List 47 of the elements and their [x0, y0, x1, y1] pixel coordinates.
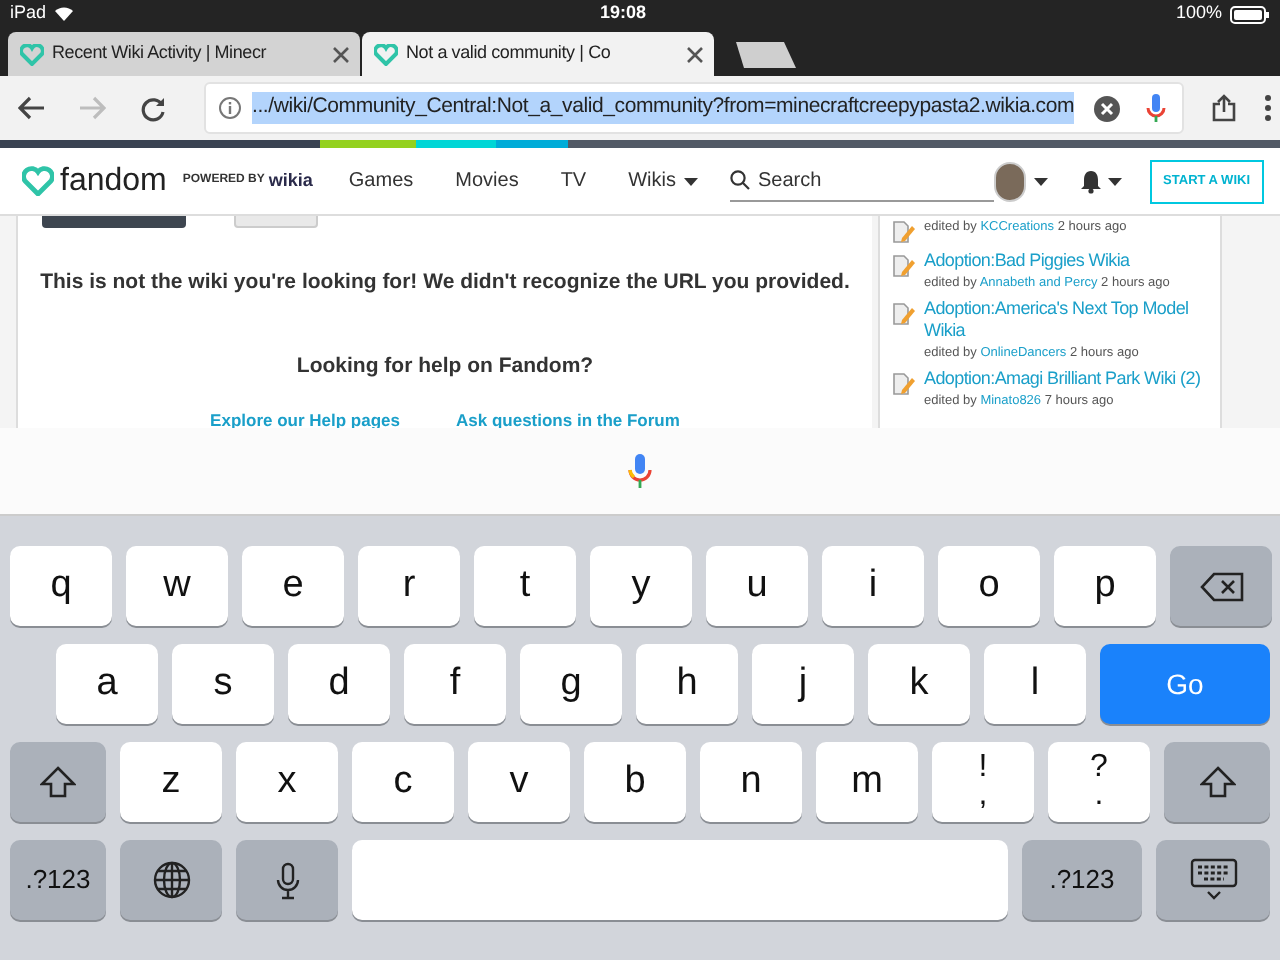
- nav-link[interactable]: Wikis: [628, 166, 698, 196]
- letter-key[interactable]: q: [10, 546, 112, 626]
- fandom-logo-text[interactable]: fandom: [60, 157, 167, 205]
- browser-tab[interactable]: Recent Wiki Activity | Minecr: [8, 32, 360, 76]
- letter-key[interactable]: p: [1054, 546, 1156, 626]
- numbers-key[interactable]: .?123: [1022, 840, 1142, 920]
- letter-key[interactable]: h: [636, 644, 738, 724]
- letter-key[interactable]: j: [752, 644, 854, 724]
- numbers-key[interactable]: .?123: [10, 840, 106, 920]
- nav-link[interactable]: TV: [560, 166, 587, 196]
- letter-key[interactable]: t: [474, 546, 576, 626]
- battery-percent: 100%: [1175, 0, 1222, 27]
- letter-key[interactable]: m: [816, 742, 918, 822]
- letter-key[interactable]: a: [56, 644, 158, 724]
- letter-key[interactable]: k: [868, 644, 970, 724]
- help-heading: Looking for help on Fandom?: [296, 351, 594, 382]
- letter-key[interactable]: x: [236, 742, 338, 822]
- error-message: This is not the wiki you're looking for! We didn't recognize the URL you provided.: [40, 268, 850, 298]
- wikia-brand: wikia: [268, 167, 313, 194]
- letter-key[interactable]: d: [288, 644, 390, 724]
- letter-key[interactable]: w: [126, 546, 228, 626]
- address-bar[interactable]: .../wiki/Community_Central:Not_a_valid_community?from=minecraftcreepypasta2.wikia.com: [204, 82, 1185, 134]
- letter-key[interactable]: g: [520, 644, 622, 724]
- letter-key[interactable]: o: [938, 546, 1040, 626]
- nav-link[interactable]: Games: [348, 166, 414, 196]
- letter-key[interactable]: l: [984, 644, 1086, 724]
- nav-link[interactable]: Movies: [455, 166, 519, 196]
- browser-tab[interactable]: Not a valid community | Co: [362, 32, 714, 76]
- letter-key[interactable]: y: [590, 546, 692, 626]
- go-key[interactable]: Go: [1100, 644, 1270, 724]
- letter-key[interactable]: u: [706, 546, 808, 626]
- url-text: .../wiki/Community_Central:Not_a_valid_community?from=minecraftcreepypasta2.wikia.com: [252, 92, 1075, 124]
- search-field[interactable]: Search: [758, 162, 994, 198]
- punctuation-key[interactable]: ? .: [1048, 742, 1150, 822]
- letter-key[interactable]: e: [242, 546, 344, 626]
- letter-key[interactable]: r: [358, 546, 460, 626]
- letter-key[interactable]: v: [468, 742, 570, 822]
- device-name: iPad: [10, 0, 47, 27]
- clock: 19:08: [600, 0, 647, 27]
- letter-key[interactable]: c: [352, 742, 454, 822]
- punctuation-key[interactable]: ! ,: [932, 742, 1034, 822]
- letter-key[interactable]: z: [120, 742, 222, 822]
- letter-key[interactable]: f: [404, 644, 506, 724]
- letter-key[interactable]: n: [700, 742, 802, 822]
- letter-key[interactable]: s: [172, 644, 274, 724]
- letter-key[interactable]: i: [822, 546, 924, 626]
- letter-key[interactable]: b: [584, 742, 686, 822]
